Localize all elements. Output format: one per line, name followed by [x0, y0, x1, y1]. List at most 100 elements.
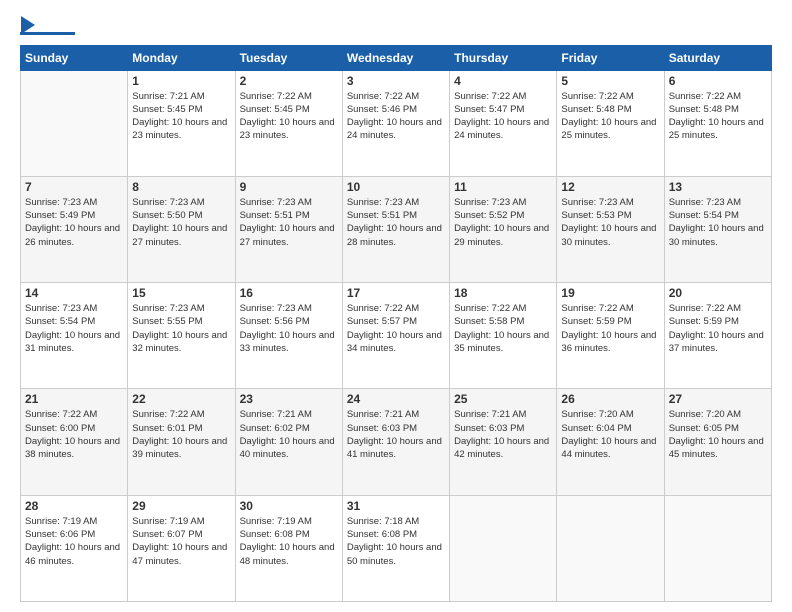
- day-number: 11: [454, 180, 552, 194]
- calendar-cell: 25 Sunrise: 7:21 AMSunset: 6:03 PMDayligh…: [450, 389, 557, 495]
- calendar-cell: 10 Sunrise: 7:23 AMSunset: 5:51 PMDayligh…: [342, 176, 449, 282]
- day-number: 15: [132, 286, 230, 300]
- day-number: 19: [561, 286, 659, 300]
- day-number: 18: [454, 286, 552, 300]
- calendar-cell: 5Sunrise: 7:22 AMSunset: 5:48 PMDaylight…: [557, 70, 664, 176]
- day-number: 17: [347, 286, 445, 300]
- day-detail: Sunrise: 7:23 AMSunset: 5:50 PMDaylight:…: [132, 196, 230, 249]
- calendar-cell: [664, 495, 771, 601]
- day-detail: Sunrise: 7:22 AMSunset: 5:47 PMDaylight:…: [454, 90, 552, 143]
- calendar-cell: [450, 495, 557, 601]
- day-number: 25: [454, 392, 552, 406]
- calendar-cell: 3 Sunrise: 7:22 AMSunset: 5:46 PMDaylight…: [342, 70, 449, 176]
- calendar-cell: 31 Sunrise: 7:18 AMSunset: 6:08 PMDayligh…: [342, 495, 449, 601]
- calendar-header-wednesday: Wednesday: [342, 45, 449, 70]
- calendar-header-friday: Friday: [557, 45, 664, 70]
- calendar-week-2: 7 Sunrise: 7:23 AMSunset: 5:49 PMDaylight…: [21, 176, 772, 282]
- calendar-cell: 17 Sunrise: 7:22 AMSunset: 5:57 PMDayligh…: [342, 283, 449, 389]
- calendar-cell: 24 Sunrise: 7:21 AMSunset: 6:03 PMDayligh…: [342, 389, 449, 495]
- day-detail: Sunrise: 7:23 AMSunset: 5:54 PMDaylight:…: [25, 302, 123, 355]
- day-detail: Sunrise: 7:19 AMSunset: 6:08 PMDaylight:…: [240, 515, 338, 568]
- day-detail: Sunrise: 7:23 AMSunset: 5:56 PMDaylight:…: [240, 302, 338, 355]
- calendar-cell: 16Sunrise: 7:23 AMSunset: 5:56 PMDayligh…: [235, 283, 342, 389]
- calendar-cell: 18 Sunrise: 7:22 AMSunset: 5:58 PMDayligh…: [450, 283, 557, 389]
- day-detail: Sunrise: 7:20 AMSunset: 6:04 PMDaylight:…: [561, 408, 659, 461]
- calendar-cell: 13 Sunrise: 7:23 AMSunset: 5:54 PMDayligh…: [664, 176, 771, 282]
- day-detail: Sunrise: 7:22 AMSunset: 5:57 PMDaylight:…: [347, 302, 445, 355]
- calendar-cell: 6 Sunrise: 7:22 AMSunset: 5:48 PMDaylight…: [664, 70, 771, 176]
- day-number: 8: [132, 180, 230, 194]
- day-number: 13: [669, 180, 767, 194]
- calendar-cell: 23 Sunrise: 7:21 AMSunset: 6:02 PMDayligh…: [235, 389, 342, 495]
- day-number: 20: [669, 286, 767, 300]
- calendar-header-tuesday: Tuesday: [235, 45, 342, 70]
- day-detail: Sunrise: 7:22 AMSunset: 5:46 PMDaylight:…: [347, 90, 445, 143]
- calendar-week-4: 21 Sunrise: 7:22 AMSunset: 6:00 PMDayligh…: [21, 389, 772, 495]
- calendar-cell: 19Sunrise: 7:22 AMSunset: 5:59 PMDayligh…: [557, 283, 664, 389]
- calendar-week-1: 1 Sunrise: 7:21 AMSunset: 5:45 PMDaylight…: [21, 70, 772, 176]
- day-number: 23: [240, 392, 338, 406]
- day-number: 1: [132, 74, 230, 88]
- calendar-cell: 28 Sunrise: 7:19 AMSunset: 6:06 PMDayligh…: [21, 495, 128, 601]
- day-number: 30: [240, 499, 338, 513]
- calendar-header-saturday: Saturday: [664, 45, 771, 70]
- calendar-cell: 21 Sunrise: 7:22 AMSunset: 6:00 PMDayligh…: [21, 389, 128, 495]
- day-detail: Sunrise: 7:23 AMSunset: 5:51 PMDaylight:…: [347, 196, 445, 249]
- day-number: 28: [25, 499, 123, 513]
- day-detail: Sunrise: 7:21 AMSunset: 6:03 PMDaylight:…: [454, 408, 552, 461]
- day-detail: Sunrise: 7:21 AMSunset: 6:02 PMDaylight:…: [240, 408, 338, 461]
- calendar-header-sunday: Sunday: [21, 45, 128, 70]
- day-detail: Sunrise: 7:22 AMSunset: 5:48 PMDaylight:…: [669, 90, 767, 143]
- day-number: 31: [347, 499, 445, 513]
- day-detail: Sunrise: 7:21 AMSunset: 6:03 PMDaylight:…: [347, 408, 445, 461]
- day-number: 22: [132, 392, 230, 406]
- day-detail: Sunrise: 7:19 AMSunset: 6:06 PMDaylight:…: [25, 515, 123, 568]
- day-number: 12: [561, 180, 659, 194]
- calendar-header-thursday: Thursday: [450, 45, 557, 70]
- day-number: 9: [240, 180, 338, 194]
- day-detail: Sunrise: 7:23 AMSunset: 5:49 PMDaylight:…: [25, 196, 123, 249]
- calendar-cell: 15Sunrise: 7:23 AMSunset: 5:55 PMDayligh…: [128, 283, 235, 389]
- day-number: 21: [25, 392, 123, 406]
- calendar-cell: 2 Sunrise: 7:22 AMSunset: 5:45 PMDaylight…: [235, 70, 342, 176]
- calendar-cell: 7 Sunrise: 7:23 AMSunset: 5:49 PMDaylight…: [21, 176, 128, 282]
- day-detail: Sunrise: 7:22 AMSunset: 5:45 PMDaylight:…: [240, 90, 338, 143]
- day-number: 4: [454, 74, 552, 88]
- calendar-cell: 11 Sunrise: 7:23 AMSunset: 5:52 PMDayligh…: [450, 176, 557, 282]
- calendar-week-3: 14 Sunrise: 7:23 AMSunset: 5:54 PMDayligh…: [21, 283, 772, 389]
- calendar-cell: 26Sunrise: 7:20 AMSunset: 6:04 PMDayligh…: [557, 389, 664, 495]
- calendar-header-monday: Monday: [128, 45, 235, 70]
- header: [20, 16, 772, 35]
- calendar-cell: 20 Sunrise: 7:22 AMSunset: 5:59 PMDayligh…: [664, 283, 771, 389]
- day-number: 5: [561, 74, 659, 88]
- calendar-cell: 22 Sunrise: 7:22 AMSunset: 6:01 PMDayligh…: [128, 389, 235, 495]
- calendar-cell: 8 Sunrise: 7:23 AMSunset: 5:50 PMDaylight…: [128, 176, 235, 282]
- day-number: 2: [240, 74, 338, 88]
- calendar-cell: [21, 70, 128, 176]
- day-number: 27: [669, 392, 767, 406]
- day-detail: Sunrise: 7:23 AMSunset: 5:51 PMDaylight:…: [240, 196, 338, 249]
- day-number: 14: [25, 286, 123, 300]
- day-number: 10: [347, 180, 445, 194]
- day-detail: Sunrise: 7:22 AMSunset: 5:58 PMDaylight:…: [454, 302, 552, 355]
- calendar-cell: 14 Sunrise: 7:23 AMSunset: 5:54 PMDayligh…: [21, 283, 128, 389]
- day-number: 7: [25, 180, 123, 194]
- calendar-cell: 1 Sunrise: 7:21 AMSunset: 5:45 PMDaylight…: [128, 70, 235, 176]
- day-number: 6: [669, 74, 767, 88]
- day-detail: Sunrise: 7:22 AMSunset: 5:59 PMDaylight:…: [669, 302, 767, 355]
- day-number: 24: [347, 392, 445, 406]
- calendar-week-5: 28 Sunrise: 7:19 AMSunset: 6:06 PMDayligh…: [21, 495, 772, 601]
- day-detail: Sunrise: 7:22 AMSunset: 6:01 PMDaylight:…: [132, 408, 230, 461]
- day-detail: Sunrise: 7:23 AMSunset: 5:52 PMDaylight:…: [454, 196, 552, 249]
- calendar-cell: 30 Sunrise: 7:19 AMSunset: 6:08 PMDayligh…: [235, 495, 342, 601]
- calendar-cell: [557, 495, 664, 601]
- page: SundayMondayTuesdayWednesdayThursdayFrid…: [0, 0, 792, 612]
- calendar-cell: 12 Sunrise: 7:23 AMSunset: 5:53 PMDayligh…: [557, 176, 664, 282]
- day-detail: Sunrise: 7:18 AMSunset: 6:08 PMDaylight:…: [347, 515, 445, 568]
- day-detail: Sunrise: 7:23 AMSunset: 5:54 PMDaylight:…: [669, 196, 767, 249]
- day-detail: Sunrise: 7:22 AMSunset: 6:00 PMDaylight:…: [25, 408, 123, 461]
- day-detail: Sunrise: 7:21 AMSunset: 5:45 PMDaylight:…: [132, 90, 230, 143]
- day-detail: Sunrise: 7:23 AMSunset: 5:53 PMDaylight:…: [561, 196, 659, 249]
- day-number: 3: [347, 74, 445, 88]
- calendar-table: SundayMondayTuesdayWednesdayThursdayFrid…: [20, 45, 772, 603]
